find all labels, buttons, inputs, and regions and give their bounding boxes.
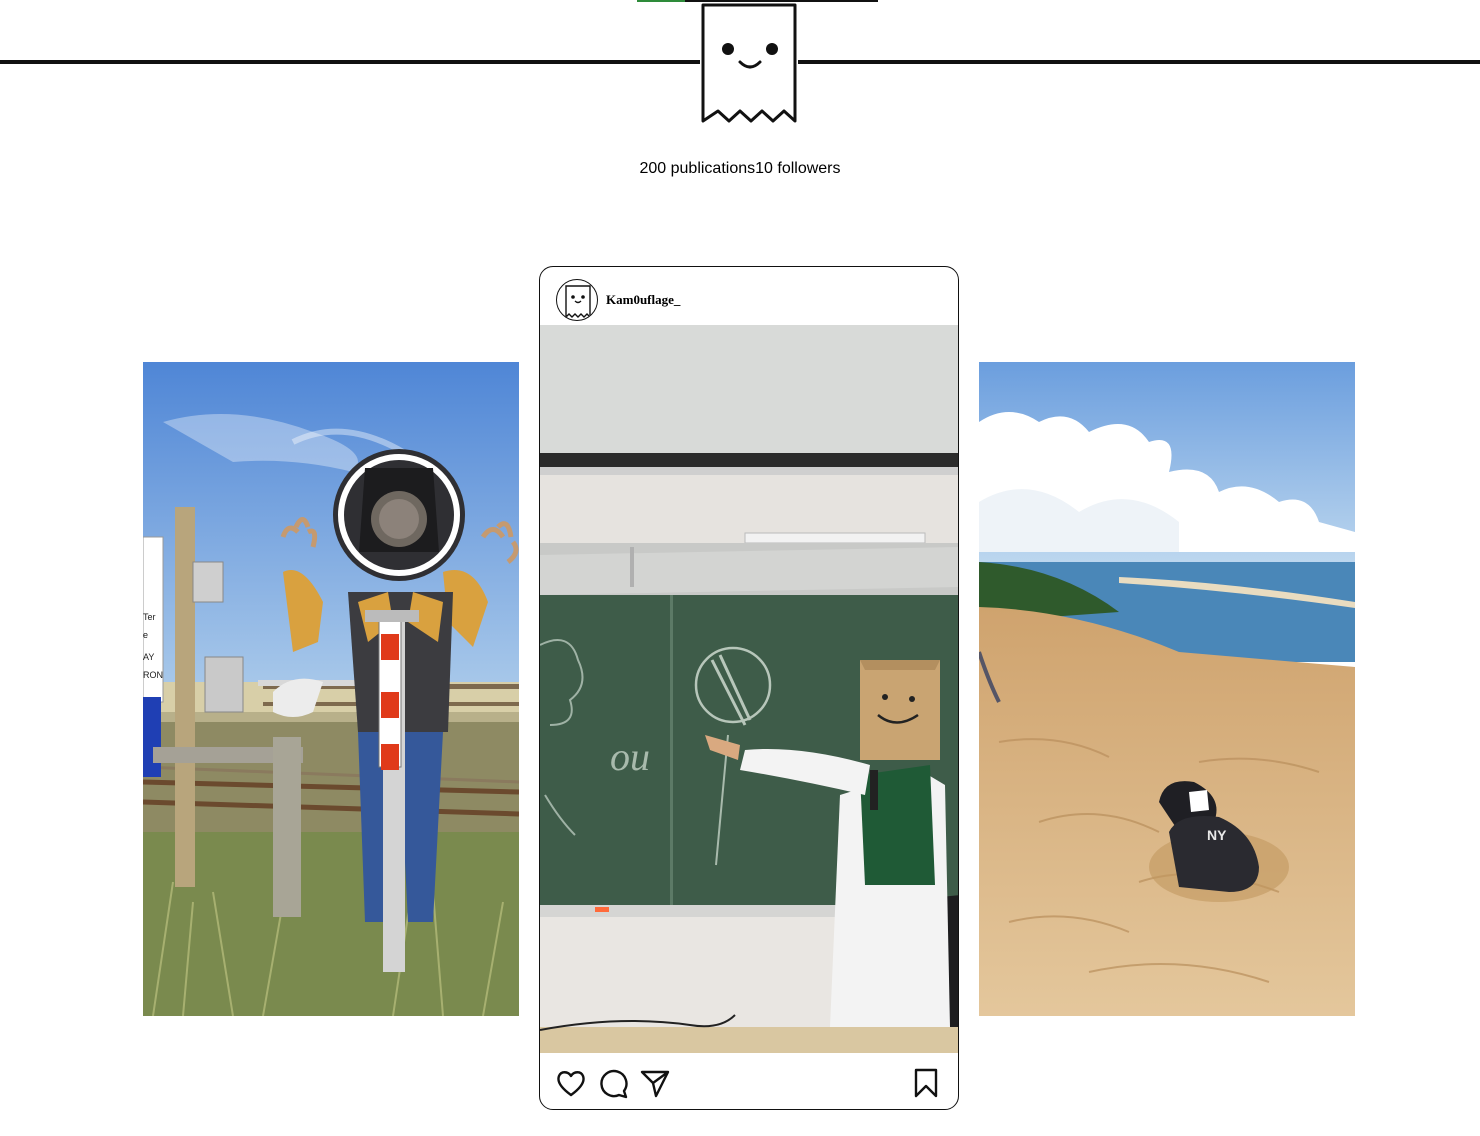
heart-icon[interactable] [555,1067,587,1099]
post-image-chalkboard[interactable]: ou [540,325,958,1053]
followers-count[interactable]: 10 followers [755,160,840,177]
avatar-ghost-icon[interactable] [556,279,598,321]
photo-cap-in-sand[interactable]: NY [979,362,1355,1016]
chalk-writing: ou [610,734,650,779]
ghost-logo-icon [700,2,798,126]
post-actions-bar [540,1053,958,1109]
sign-text-2: e [143,630,148,640]
post-header: Kam0uflage_ [540,267,958,325]
comment-bubble-icon[interactable] [597,1067,629,1099]
publications-count: 200 publications [639,160,756,177]
sign-text-3: AY [143,652,154,662]
profile-stats: 200 publications10 followers [0,159,1480,179]
sign-text-1: Ter [143,612,156,622]
top-accent-green [637,0,685,2]
cap-logo-text: NY [1207,827,1227,843]
send-paper-plane-icon[interactable] [639,1067,671,1099]
post-username[interactable]: Kam0uflage_ [606,292,680,308]
sign-text-4: RON [143,670,163,680]
post-card: Kam0uflage_ ou [539,266,959,1110]
photo-traffic-light-person[interactable]: Ter e AY RON [143,362,519,1016]
bookmark-icon[interactable] [910,1067,942,1099]
